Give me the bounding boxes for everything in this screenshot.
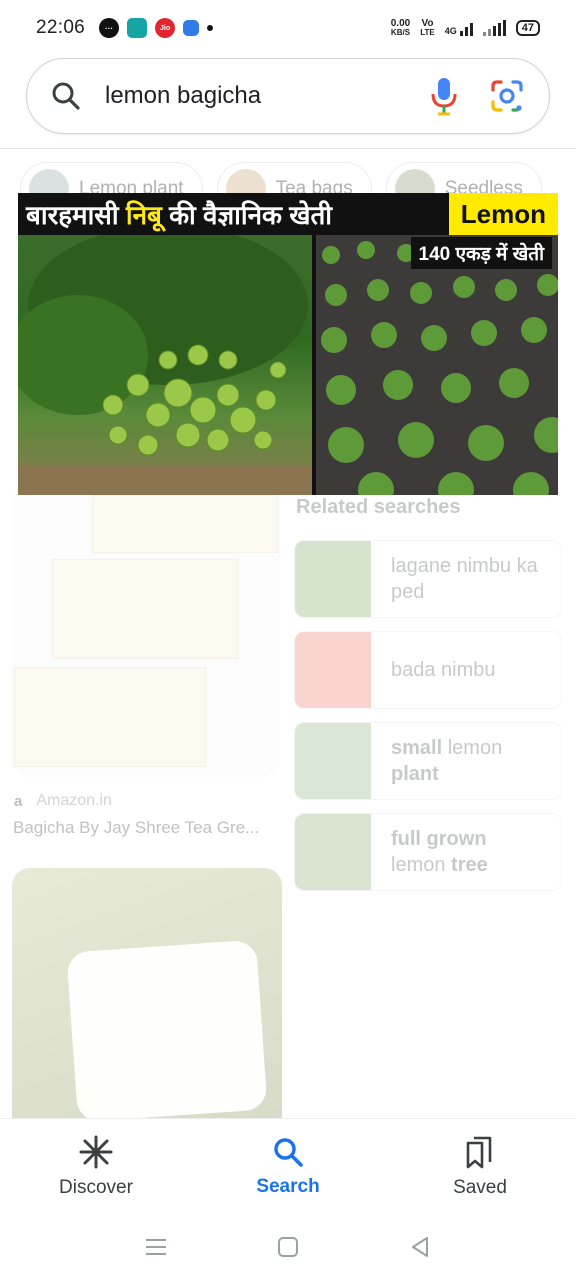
recent-apps-icon[interactable] bbox=[145, 1238, 167, 1256]
video-subtitle: 140 एकड़ में खेती bbox=[410, 237, 552, 269]
app-notification-icon bbox=[127, 18, 148, 38]
related-thumbnail bbox=[295, 723, 371, 799]
pillow-shape bbox=[66, 939, 268, 1120]
google-lens-icon[interactable] bbox=[489, 78, 525, 114]
related-bold: full grown bbox=[391, 828, 487, 850]
lemon-tree-image bbox=[18, 225, 312, 495]
chat-notification-icon: ··· bbox=[99, 18, 120, 38]
farm-rows bbox=[321, 238, 558, 495]
network-speed-unit: KB/S bbox=[390, 28, 411, 37]
video-title-bar: बारहमासी निबू की वैज्ञानिक खेती Lemon bbox=[18, 193, 558, 235]
volte-top: Vo bbox=[421, 18, 434, 29]
related-searches-title: Related searches bbox=[296, 496, 461, 518]
battery-indicator: 47 bbox=[515, 20, 540, 36]
related-thumbnail bbox=[295, 632, 371, 708]
related-search-card[interactable]: lagane nimbu ka ped bbox=[294, 540, 562, 618]
discover-asterisk-icon bbox=[79, 1135, 113, 1168]
saved-bookmarks-icon bbox=[466, 1136, 492, 1168]
related-search-card[interactable]: full grown lemon tree bbox=[294, 813, 562, 891]
related-plain: lemon bbox=[442, 737, 503, 759]
nav-saved[interactable]: Saved bbox=[384, 1119, 576, 1214]
lemon-farm-image bbox=[316, 235, 558, 495]
related-search-text: lagane nimbu ka ped bbox=[391, 555, 538, 603]
related-thumbnail bbox=[295, 814, 371, 890]
search-bar[interactable]: lemon bagicha bbox=[26, 58, 550, 134]
network-speed: 0.00 KB/S bbox=[390, 18, 411, 38]
video-preview-overlay[interactable]: बारहमासी निबू की वैज्ञानिक खेती Lemon 14… bbox=[18, 193, 558, 495]
home-icon[interactable] bbox=[277, 1236, 299, 1258]
video-title: बारहमासी निबू की वैज्ञानिक खेती bbox=[18, 196, 449, 232]
search-icon bbox=[52, 82, 80, 110]
notification-icons: ··· Jio bbox=[99, 18, 214, 38]
system-navigation-bar bbox=[0, 1214, 576, 1280]
signal-bars-2-icon bbox=[482, 20, 506, 36]
cloud-notification-icon bbox=[183, 20, 200, 36]
cellular-signal-4g: 4G bbox=[445, 20, 473, 36]
bottom-navigation: Discover Search Saved bbox=[0, 1118, 576, 1214]
volte-indicator: Vo LTE bbox=[420, 18, 435, 38]
back-icon[interactable] bbox=[409, 1236, 431, 1258]
product-image[interactable] bbox=[12, 495, 280, 777]
signal-bars-icon bbox=[459, 20, 473, 36]
jio-notification-icon: Jio bbox=[155, 18, 176, 38]
network-speed-value: 0.00 bbox=[390, 18, 411, 29]
nav-saved-label: Saved bbox=[453, 1176, 507, 1198]
tea-box bbox=[14, 667, 206, 767]
mic-icon[interactable] bbox=[429, 76, 459, 116]
product-source: a Amazon.in bbox=[14, 792, 112, 810]
related-bold: plant bbox=[391, 763, 439, 785]
related-plain: lemon bbox=[391, 854, 452, 876]
search-query[interactable]: lemon bagicha bbox=[105, 82, 429, 110]
video-title-part2: की वैज्ञानिक खेती bbox=[161, 200, 333, 230]
status-bar: 22:06 ··· Jio 0.00 KB/S Vo LTE 4G 47 bbox=[0, 0, 576, 56]
status-time: 22:06 bbox=[36, 17, 86, 38]
video-title-highlight: निबू bbox=[125, 200, 162, 230]
lemon-fruits bbox=[18, 225, 312, 495]
network-type: 4G bbox=[444, 26, 457, 36]
lemon-tag: Lemon bbox=[448, 193, 558, 235]
related-search-card[interactable]: small lemon plant bbox=[294, 722, 562, 800]
header-divider bbox=[0, 148, 576, 149]
page: 22:06 ··· Jio 0.00 KB/S Vo LTE 4G 47 lem… bbox=[0, 0, 576, 1280]
related-thumbnail bbox=[295, 541, 371, 617]
related-bold: small bbox=[391, 737, 443, 759]
related-search-card[interactable]: bada nimbu bbox=[294, 631, 562, 709]
tea-box bbox=[92, 495, 278, 553]
related-search-text: bada nimbu bbox=[391, 659, 496, 681]
product-source-name: Amazon.in bbox=[36, 792, 112, 809]
nav-discover[interactable]: Discover bbox=[0, 1119, 192, 1214]
tea-box bbox=[52, 559, 238, 659]
nav-discover-label: Discover bbox=[59, 1176, 133, 1198]
amazon-logo-icon: a bbox=[14, 792, 23, 810]
product-title[interactable]: Bagicha By Jay Shree Tea Gre... bbox=[13, 818, 259, 838]
pillow-image[interactable] bbox=[12, 868, 282, 1120]
nav-search[interactable]: Search bbox=[192, 1119, 384, 1214]
related-search-text: full grown lemon tree bbox=[391, 826, 541, 878]
search-nav-icon bbox=[274, 1137, 303, 1167]
video-title-part1: बारहमासी bbox=[26, 200, 126, 230]
nav-search-label: Search bbox=[256, 1175, 320, 1197]
related-bold: tree bbox=[451, 854, 488, 876]
volte-bottom: LTE bbox=[420, 28, 435, 37]
more-notifications-dot-icon bbox=[207, 25, 214, 31]
status-indicators: 0.00 KB/S Vo LTE 4G 47 bbox=[391, 19, 540, 37]
related-search-text: small lemon plant bbox=[391, 735, 541, 787]
